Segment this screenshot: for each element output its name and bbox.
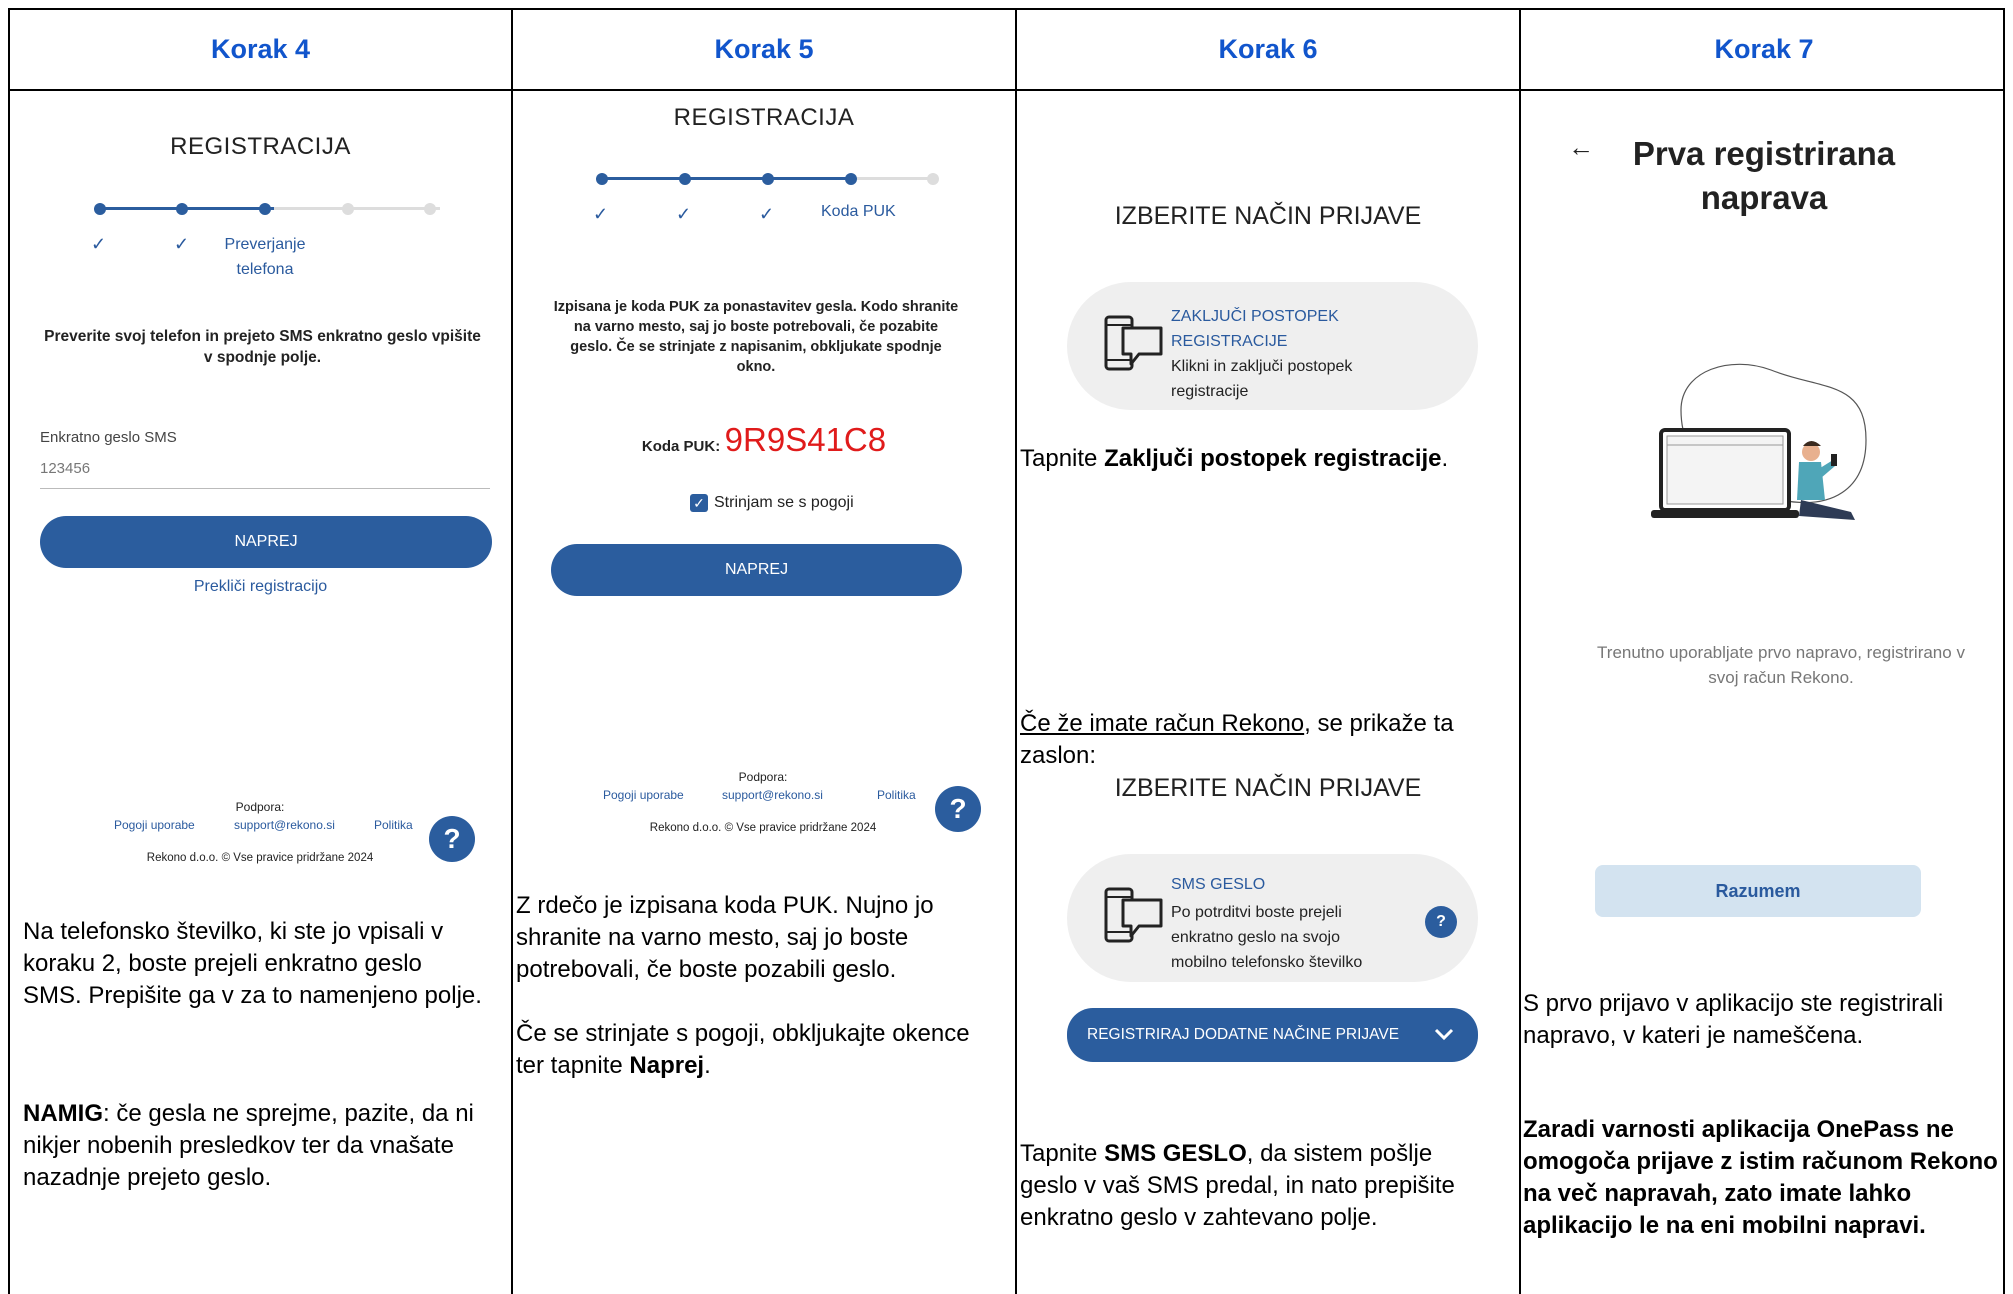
- current-step-label: Preverjanje telefona: [224, 236, 306, 278]
- text: Tapnite: [1020, 445, 1105, 472]
- step-dot: [762, 173, 774, 185]
- puk-row: Koda PUK: 9R9S41C8: [513, 421, 1015, 459]
- register-more-methods-button[interactable]: REGISTRIRAJ DODATNE NAČINE PRIJAVE: [1067, 1008, 1478, 1062]
- step-dot: [927, 173, 939, 185]
- check-icon: ✓: [676, 204, 692, 224]
- period: .: [1441, 445, 1449, 472]
- instruction-text: Preverite svoj telefon in prejeto SMS en…: [44, 328, 481, 366]
- instruction-text: Če se strinjate s pogoji, obkljukajte ok…: [516, 1020, 970, 1079]
- login-method-title: IZBERITE NAČIN PRIJAVE: [1114, 202, 1422, 230]
- text: Tapnite: [1020, 1140, 1105, 1167]
- step-dot: [845, 173, 857, 185]
- person-laptop-illustration: [1651, 363, 1867, 520]
- next-button[interactable]: NAPREJ: [551, 544, 962, 596]
- step-4-header: Korak 4: [210, 34, 311, 64]
- login-method-title-2: IZBERITE NAČIN PRIJAVE: [1114, 774, 1422, 802]
- step-6-text-1: Tapnite Zaključi postopek registracije.: [1020, 443, 1510, 475]
- phone-chat-icon: [1104, 315, 1163, 371]
- step-5-header: Korak 5: [714, 34, 814, 64]
- instruction-text: Izpisana je koda PUK za ponastavitev ges…: [553, 299, 959, 375]
- agree-label: Strinjam se s pogoji: [714, 494, 854, 511]
- check-icon: ✓: [91, 234, 107, 254]
- step-dot: [94, 203, 106, 215]
- option-title: SMS GESLO: [1171, 876, 1266, 893]
- step-dot: [424, 203, 436, 215]
- puk-label: Koda PUK:: [641, 438, 721, 455]
- cancel-registration-link[interactable]: Prekliči registracijo: [10, 578, 511, 596]
- check-icon: ✓: [759, 204, 775, 224]
- tip-label: NAMIG: [23, 1100, 103, 1127]
- understand-button[interactable]: Razumem: [1595, 865, 1921, 917]
- registration-title: REGISTRACIJA: [170, 133, 351, 160]
- terms-link[interactable]: Pogoji uporabe: [114, 818, 195, 832]
- registration-title: REGISTRACIJA: [673, 104, 855, 131]
- step-dot: [259, 203, 271, 215]
- sms-password-option[interactable]: SMS GESLO Po potrditvi boste prejeli enk…: [1067, 854, 1478, 982]
- check-icon: ✓: [174, 234, 190, 254]
- step-7-column: Korak 7 ← Prva registrirana naprava Tren…: [1521, 10, 2007, 1294]
- support-label: Podpora:: [235, 800, 285, 814]
- support-email-link[interactable]: support@rekono.si: [722, 788, 823, 802]
- step-6-header: Korak 6: [1218, 34, 1318, 64]
- support-email-link[interactable]: support@rekono.si: [234, 818, 335, 832]
- finish-registration-option[interactable]: ZAKLJUČI POSTOPEK REGISTRACIJE Klikni in…: [1067, 282, 1478, 410]
- step-dot: [679, 173, 691, 185]
- policy-link[interactable]: Politika: [374, 818, 413, 832]
- copyright: Rekono d.o.o. © Vse pravice pridržane 20…: [649, 822, 877, 834]
- step-4-column: Korak 4 REGISTRACIJA ✓ ✓ Preverjanje tel…: [10, 10, 511, 1294]
- step-7-header: Korak 7: [1714, 34, 1814, 64]
- current-step-label: Koda PUK: [821, 203, 896, 220]
- phone-chat-icon: [1104, 887, 1163, 943]
- option-description: Klikni in zaključi postopek registracije: [1171, 358, 1353, 400]
- period: .: [704, 1052, 711, 1079]
- puk-code: 9R9S41C8: [724, 421, 887, 458]
- agree-checkbox[interactable]: ✓: [690, 494, 708, 512]
- info-text: Trenutno uporabljate prvo napravo, regis…: [1597, 643, 1965, 687]
- help-button[interactable]: ?: [429, 816, 475, 862]
- policy-link[interactable]: Politika: [877, 788, 916, 802]
- sms-code-input[interactable]: 123456: [40, 458, 490, 489]
- page-title: Prva registrirana naprava: [1632, 135, 1896, 216]
- existing-account-text: Če že imate račun Rekono: [1020, 710, 1305, 737]
- chevron-down-icon: [1434, 1028, 1454, 1041]
- next-button[interactable]: NAPREJ: [40, 516, 492, 568]
- option-title: ZAKLJUČI POSTOPEK REGISTRACIJE: [1171, 308, 1339, 350]
- step-5-instruction: Če se strinjate s pogoji, obkljukajte ok…: [516, 1018, 991, 1082]
- step-4-tip: NAMIG: če gesla ne sprejme, pazite, da n…: [23, 1098, 483, 1194]
- bold-term: SMS GESLO: [1104, 1140, 1247, 1167]
- steps-table: Korak 4 REGISTRACIJA ✓ ✓ Preverjanje tel…: [8, 8, 2005, 1294]
- step-dot: [342, 203, 354, 215]
- terms-link[interactable]: Pogoji uporabe: [603, 788, 684, 802]
- copyright: Rekono d.o.o. © Vse pravice pridržane 20…: [146, 852, 374, 864]
- support-label: Podpora:: [738, 770, 788, 784]
- bold-term: Zaključi postopek registracije: [1104, 445, 1442, 472]
- step-6-text-2: Če že imate račun Rekono, se prikaže ta …: [1020, 708, 1510, 772]
- step-7-description: S prvo prijavo v aplikacijo ste registri…: [1523, 990, 1944, 1049]
- help-icon[interactable]: ?: [1425, 906, 1457, 938]
- agree-row[interactable]: ✓ Strinjam se s pogoji: [690, 494, 854, 512]
- step-6-column: Korak 6 IZBERITE NAČIN PRIJAVE ZAKLJUČI …: [1017, 10, 1519, 1294]
- button-label: REGISTRIRAJ DODATNE NAČINE PRIJAVE: [1087, 1026, 1400, 1043]
- option-description: Po potrditvi boste prejeli enkratno gesl…: [1171, 904, 1363, 971]
- step-dot: [176, 203, 188, 215]
- step-5-column: Korak 5 REGISTRACIJA ✓ ✓ ✓ Koda PUK Izpi…: [513, 10, 1015, 1294]
- step-4-description: Na telefonsko številko, ki ste jo vpisal…: [23, 918, 482, 1009]
- step-6-text-3: Tapnite SMS GESLO, da sistem pošlje gesl…: [1020, 1138, 1490, 1234]
- step-5-description: Z rdečo je izpisana koda PUK. Nujno jo s…: [516, 892, 934, 983]
- back-arrow-icon[interactable]: ←: [1568, 132, 1594, 163]
- check-icon: ✓: [593, 204, 609, 224]
- step-dot: [596, 173, 608, 185]
- step-7-security-note: Zaradi varnosti aplikacija OnePass ne om…: [1523, 1116, 1998, 1239]
- help-button[interactable]: ?: [935, 786, 981, 832]
- next-term: Naprej: [629, 1052, 705, 1079]
- field-label: Enkratno geslo SMS: [40, 429, 177, 446]
